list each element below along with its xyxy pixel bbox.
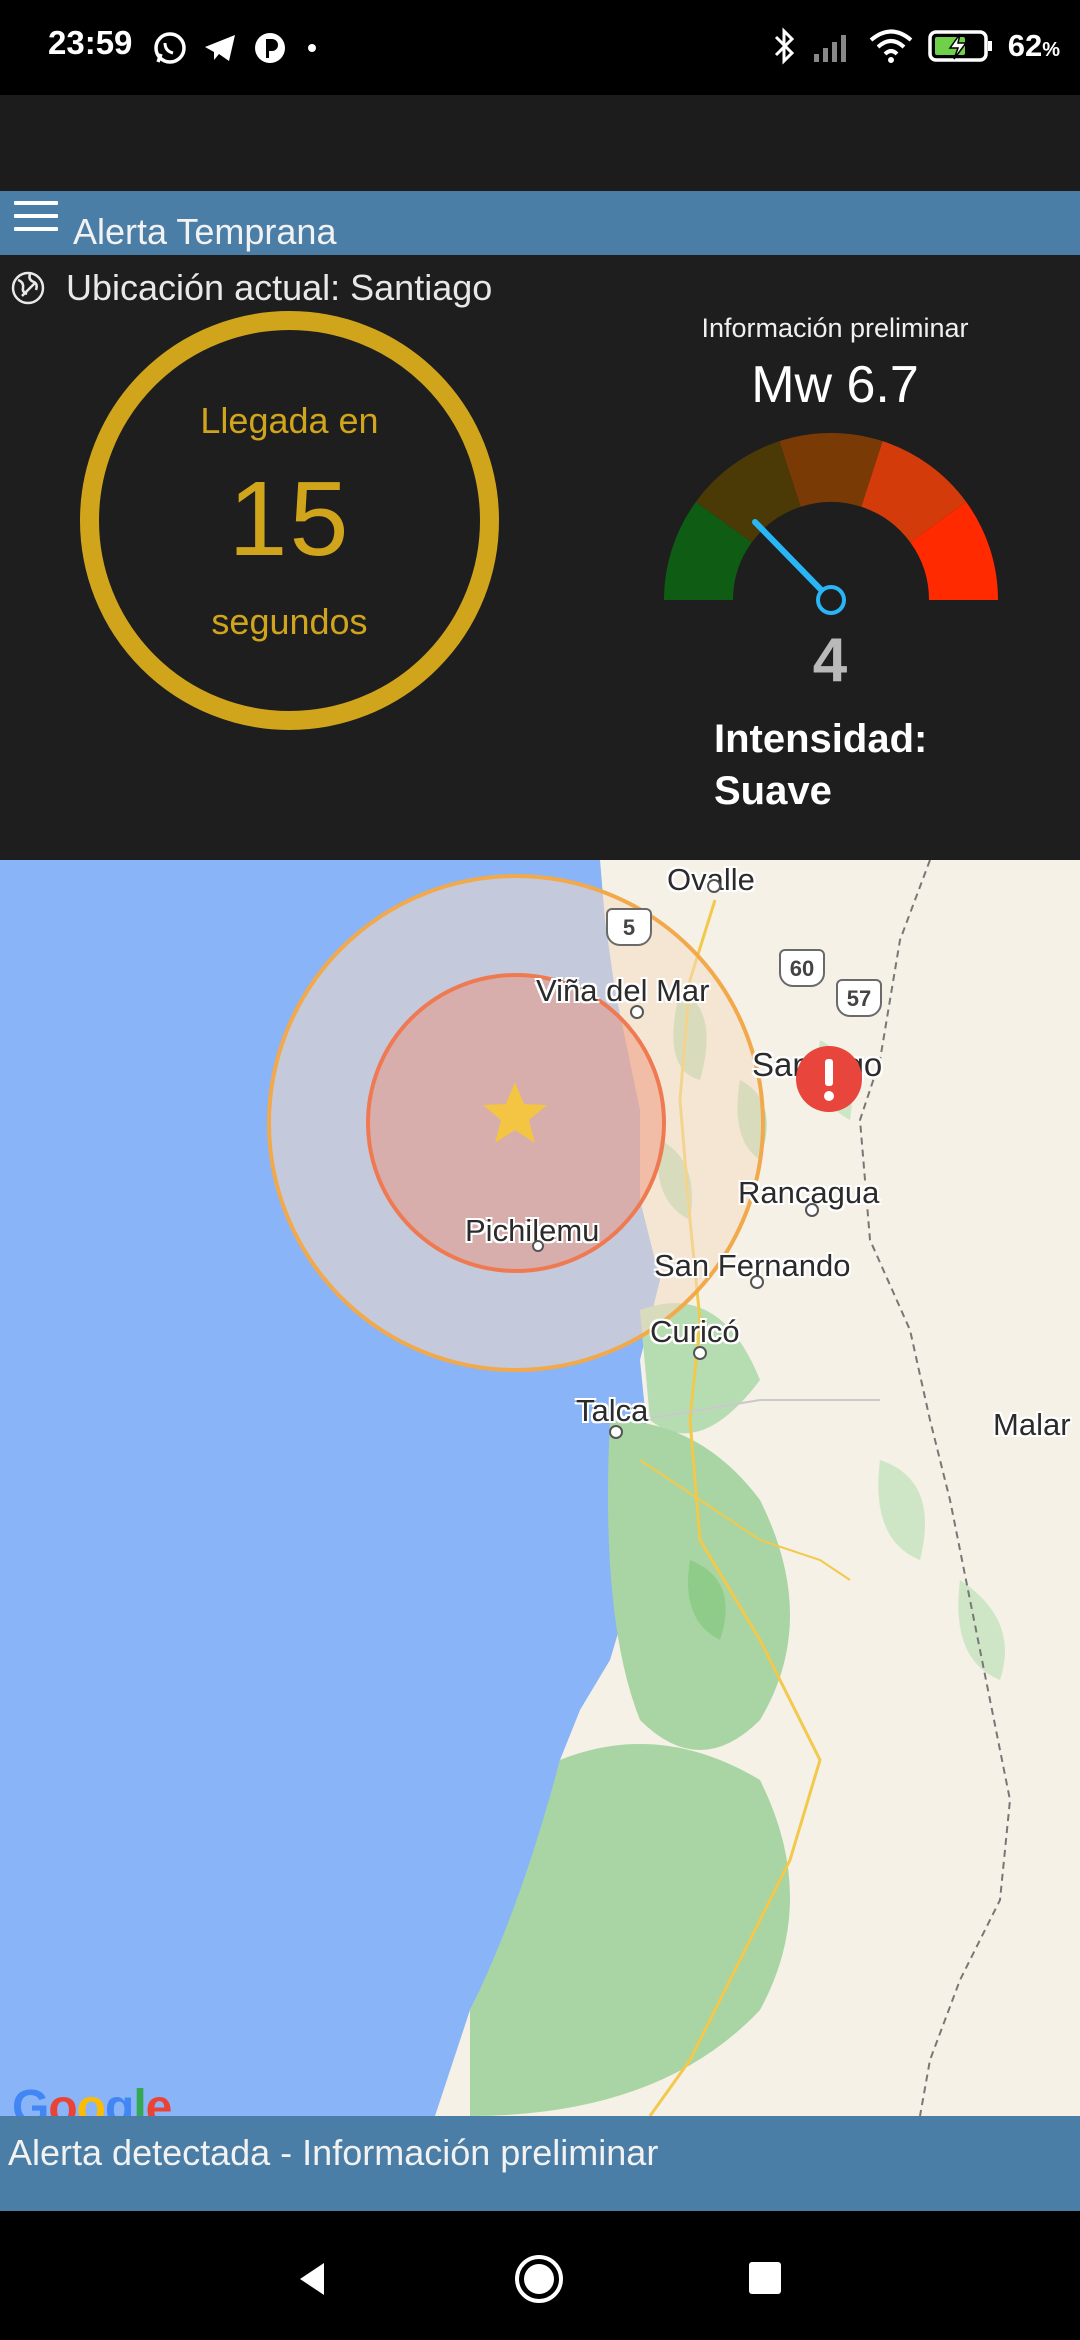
intensity-value: 4 [812,626,848,695]
globe-location-icon [11,271,45,305]
app-top-spacer [0,95,1080,191]
map-label-malar: Malar [993,1407,1071,1442]
telegram-icon [205,35,235,61]
highway-shield-5: 5 [606,908,652,946]
battery-percent: 62% [1007,28,1060,63]
menu-icon[interactable] [14,201,58,237]
map-label-vina-del-mar: Viña del Mar [536,973,710,1008]
exclamation-icon[interactable] [796,1046,862,1112]
wifi-icon [869,29,913,63]
alert-info-panel: Ubicación actual: Santiago Llegada en 15… [0,255,1080,860]
status-bar: 23:59 62% [0,0,1080,95]
countdown-bottom-label: segundos [211,601,368,642]
gauge-needle [752,519,834,603]
star-icon[interactable] [480,1078,550,1148]
map-label-pichilemu: Pichilemu [465,1213,600,1248]
countdown-top-label: Llegada en [200,400,379,441]
highway-shield-57: 57 [836,979,882,1017]
back-icon[interactable] [294,2259,330,2299]
map-terrain [267,860,1080,2116]
signal-icon [813,35,846,62]
intensity-gauge [664,433,998,615]
map-label-rancagua: Rancagua [738,1175,880,1210]
preliminary-label: Información preliminar [701,313,969,343]
notification-icons [152,24,322,72]
intensity-label: Intensidad: Suave [714,717,928,813]
countdown-seconds: 15 [228,460,351,578]
alert-status-bar: Alerta detectada - Información prelimina… [0,2116,1080,2211]
map-label-curico: Curicó [650,1314,740,1349]
location-label: Ubicación actual: Santiago [66,267,493,308]
map-view[interactable]: Ovalle Viña del Mar Santiago Rancagua Pi… [0,860,1080,2116]
system-nav-bar [0,2211,1080,2340]
google-logo: Google [12,2081,172,2116]
arrival-countdown: Llegada en 15 segundos [80,311,499,730]
alert-status-text: Alerta detectada - Información prelimina… [8,2132,659,2173]
app-header: Alerta Temprana [0,191,1080,255]
battery-charging-icon [927,30,992,62]
map-label-talca: Talca [576,1393,649,1428]
current-location: Ubicación actual: Santiago [10,263,492,313]
system-icons: 62% [772,22,1060,70]
home-icon[interactable] [513,2253,565,2305]
recents-icon[interactable] [748,2261,782,2295]
gauge-pivot [816,585,846,615]
magnitude-value: Mw 6.7 [751,356,919,414]
highway-shield-60: 60 [779,949,825,987]
page-title: Alerta Temprana [73,211,337,252]
whatsapp-icon [154,32,186,64]
map-label-ovalle: Ovalle [667,862,755,897]
clock: 23:59 [48,24,133,61]
map-label-san-fernando: San Fernando [654,1248,851,1283]
bluetooth-icon [774,27,794,65]
app-notification-icon [255,33,285,63]
dot-icon [308,44,316,52]
